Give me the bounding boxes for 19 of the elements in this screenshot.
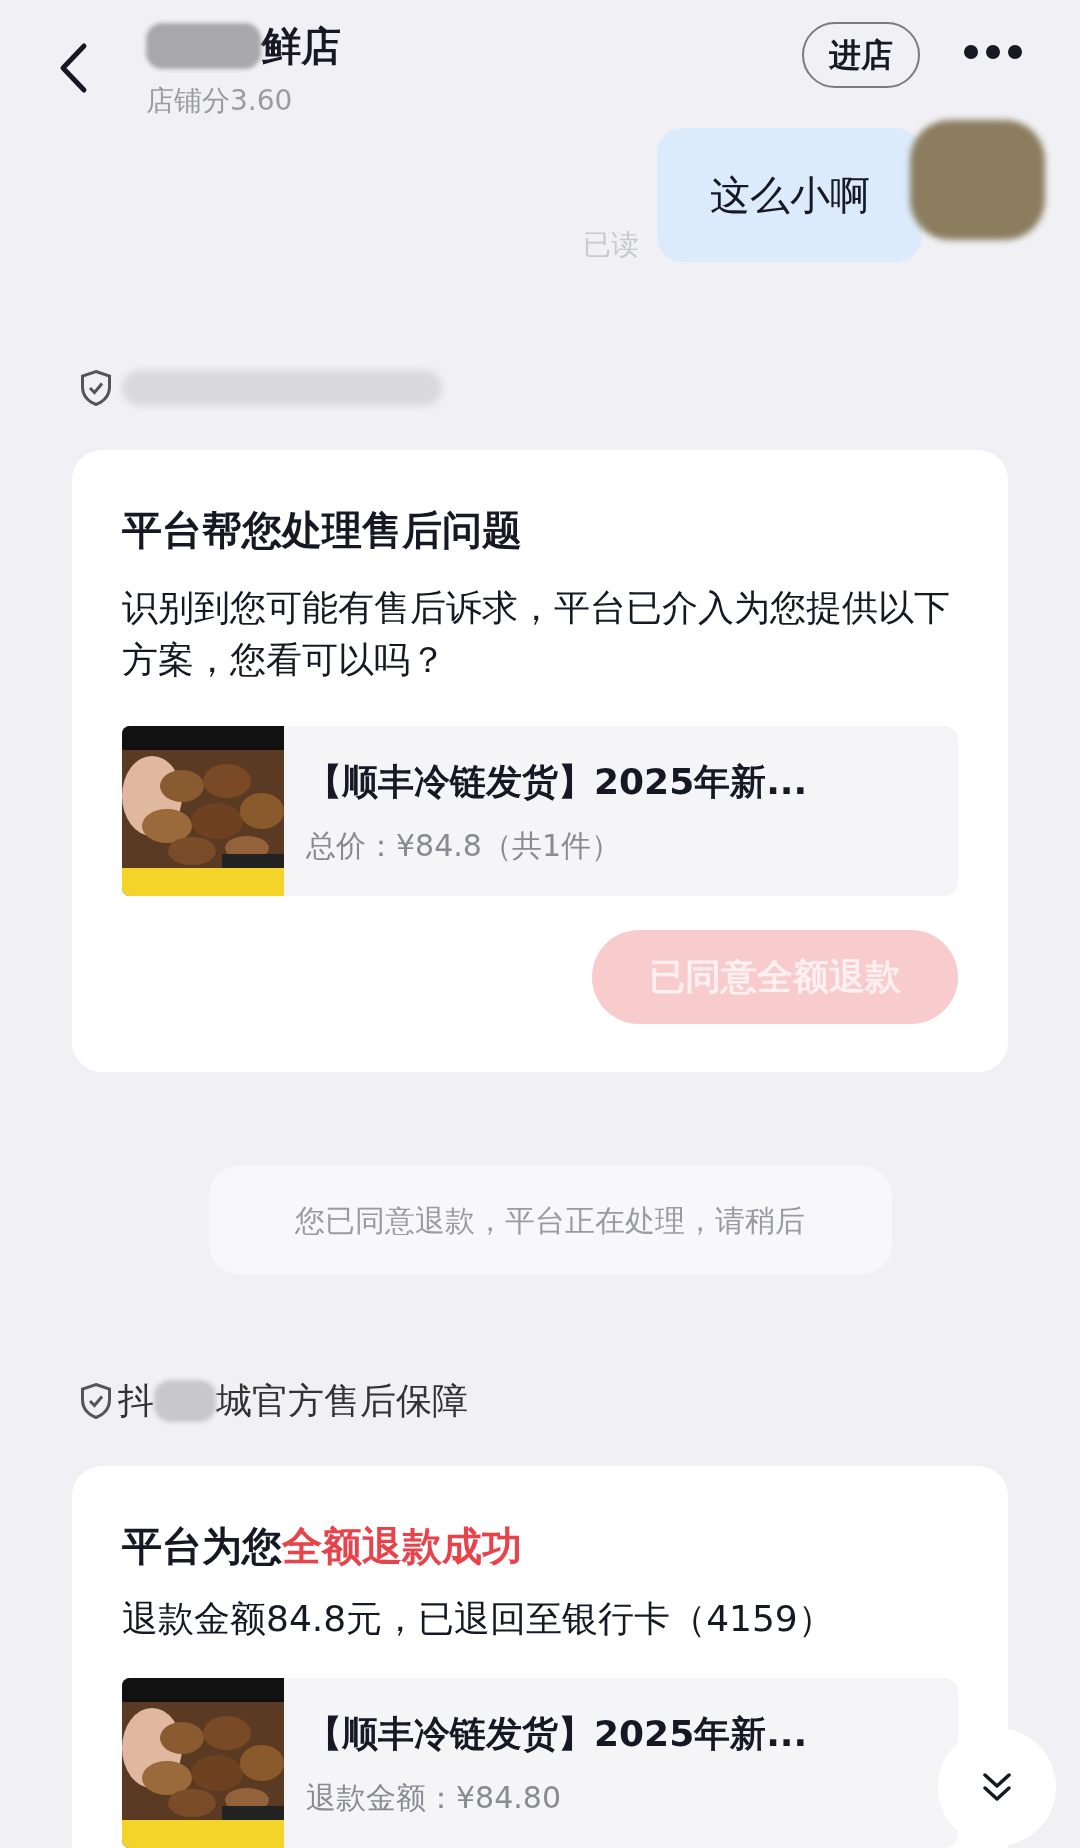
card-description: 识别到您可能有售后诉求，平台已介入为您提供以下方案，您看可以吗？ <box>122 586 951 682</box>
message-bubble: 这么小啊 <box>657 128 922 262</box>
card-title: 平台为您 <box>122 1522 282 1571</box>
store-name: 鲜店 <box>261 22 341 71</box>
shield-icon <box>78 368 114 408</box>
product-price: 总价：¥84.8（共1件） <box>306 826 622 865</box>
product-title: 【顺丰冷链发货】2025年新... <box>306 759 808 804</box>
store-score: 店铺分3.60 <box>146 83 294 119</box>
card-title: 平台帮您处理售后问题 <box>122 506 523 555</box>
guarantee-label: 抖 <box>118 1379 154 1423</box>
store-button[interactable]: 进店 <box>802 22 920 88</box>
product-title: 【顺丰冷链发货】2025年新... <box>306 1711 808 1756</box>
shield-icon <box>78 1381 114 1421</box>
product-price: 退款金额：¥84.80 <box>306 1778 562 1817</box>
guarantee-label: 城官方售后保障 <box>216 1379 468 1423</box>
card-description: 退款金额84.8元，已退回至银行卡（4159） <box>122 1597 835 1641</box>
redaction-blur <box>154 1380 216 1422</box>
system-notice: 您已同意退款，平台正在处理，请稍后 <box>208 1166 892 1274</box>
refund-status: 全额退款成功 <box>282 1522 522 1571</box>
